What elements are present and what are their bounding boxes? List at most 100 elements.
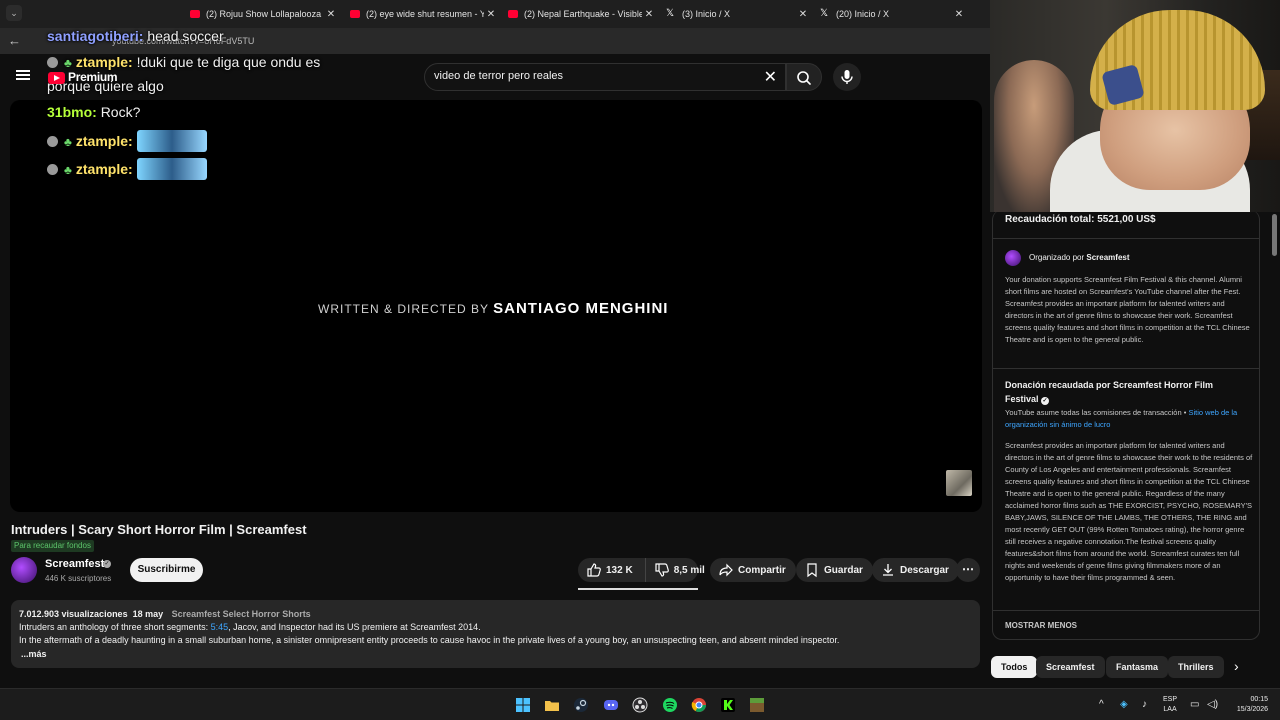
save-button[interactable]: Guardar: [796, 558, 873, 582]
chip-screamfest[interactable]: Screamfest: [1036, 656, 1105, 678]
browser-tab[interactable]: 𝕏 (3) Inicio / X ✕: [660, 0, 814, 28]
discord-icon[interactable]: [603, 697, 619, 713]
chat-badge-icon: [47, 57, 58, 68]
chrome-icon[interactable]: [691, 697, 707, 713]
chat-text: head soccer: [147, 28, 224, 44]
chat-badge-icon: [47, 136, 58, 147]
channel-watermark[interactable]: [946, 470, 972, 496]
menu-icon[interactable]: [16, 70, 30, 80]
organizer-avatar[interactable]: [1005, 250, 1021, 266]
obs-icon[interactable]: [632, 697, 648, 713]
security-icon[interactable]: ◈: [1120, 699, 1128, 710]
organized-by: Organizado por Screamfest: [1029, 253, 1130, 262]
keyboard-layout: LAA: [1163, 706, 1177, 713]
description-box[interactable]: 7.012.903 visualizaciones 18 may Screamf…: [11, 600, 980, 668]
show-less-button[interactable]: MOSTRAR MENOS: [1005, 621, 1077, 630]
browser-tab[interactable]: 𝕏 (20) Inicio / X ✕: [814, 0, 970, 28]
kick-icon[interactable]: [720, 697, 736, 713]
chat-badge-icon: [47, 164, 58, 175]
chat-username: ztample: [75, 54, 128, 70]
tab-close-icon[interactable]: ✕: [324, 9, 338, 20]
fundraiser-total: Recaudación total: 5521,00 US$: [1005, 214, 1156, 225]
search-box[interactable]: ✕: [424, 63, 786, 91]
tab-title: (2) Nepal Earthquake - Visible l: [524, 9, 642, 19]
download-icon: [883, 564, 893, 576]
chip-thrillers[interactable]: Thrillers: [1168, 656, 1224, 678]
chat-text: !duki que te diga que ondu es: [136, 54, 321, 70]
chevron-right-icon[interactable]: ›: [1234, 658, 1239, 674]
chat-username: 31bmo: [47, 104, 93, 120]
show-more-link[interactable]: ...más: [21, 649, 47, 659]
volume-icon[interactable]: ◁): [1207, 699, 1218, 710]
tab-close-icon[interactable]: ✕: [642, 9, 656, 20]
file-explorer-icon[interactable]: [544, 697, 560, 713]
description-line: In the aftermath of a deadly haunting in…: [19, 635, 840, 645]
description-stats: 7.012.903 visualizaciones 18 may Screamf…: [19, 609, 311, 619]
screen: ⌄ (2) Rojuu Show Lollapalooza ar ✕ (2) e…: [0, 0, 1280, 720]
share-button[interactable]: Compartir: [710, 558, 796, 582]
chip-fantasma[interactable]: Fantasma: [1106, 656, 1169, 678]
donation-title-text: Donación recaudada por Screamfest Horror…: [1005, 380, 1214, 404]
windows-start-icon[interactable]: [515, 697, 531, 713]
download-button[interactable]: Descargar: [872, 558, 959, 582]
network-icon[interactable]: ▭: [1190, 699, 1199, 710]
channel-avatar[interactable]: [11, 557, 37, 583]
more-actions-button[interactable]: ⋯: [956, 558, 980, 582]
upload-date: 18 may: [132, 609, 164, 619]
tab-search-button[interactable]: ⌄: [6, 5, 22, 21]
playlist-link[interactable]: Screamfest Select Horror Shorts: [172, 609, 311, 619]
bookmark-icon: [807, 563, 817, 578]
clear-search-icon[interactable]: ✕: [764, 67, 777, 87]
system-clock[interactable]: 00:15 15/3/2026: [1226, 695, 1268, 715]
browser-tab[interactable]: (2) eye wide shut resumen - Yo ✕: [344, 0, 502, 28]
minecraft-icon[interactable]: [749, 697, 765, 713]
description-text: , Jacov, and Inspector had its US premie…: [228, 622, 481, 632]
chip-todos[interactable]: Todos: [991, 656, 1038, 678]
divider: [993, 610, 1259, 611]
search-button[interactable]: [786, 63, 822, 91]
plant-badge-icon: ♣: [64, 163, 72, 177]
channel-name[interactable]: Screamfest: [45, 558, 104, 570]
thumbs-up-icon: [587, 563, 601, 577]
view-count: 7.012.903 visualizaciones: [19, 609, 128, 619]
browser-tab[interactable]: (2) Nepal Earthquake - Visible l ✕: [502, 0, 660, 28]
steam-icon[interactable]: [573, 697, 589, 713]
browser-tab[interactable]: (2) Rojuu Show Lollapalooza ar ✕: [184, 0, 342, 28]
input-language[interactable]: ESP LAA: [1163, 695, 1177, 715]
video-credit-text: WRITTEN & DIRECTED BY SANTIAGO MENGHINI: [318, 300, 668, 317]
timestamp-link[interactable]: 5:45: [211, 622, 229, 632]
chat-text: Rock?: [100, 104, 141, 120]
voice-search-button[interactable]: [833, 63, 861, 91]
search-input[interactable]: [434, 70, 754, 82]
fundraiser-tag[interactable]: Para recaudar fondos: [11, 540, 94, 552]
description-text: Intruders an anthology of three short se…: [19, 622, 211, 632]
back-arrow-icon[interactable]: ←: [8, 33, 21, 48]
tab-close-icon[interactable]: ✕: [484, 9, 498, 20]
scrollbar-thumb[interactable]: [1272, 214, 1277, 256]
youtube-favicon-icon: [350, 10, 360, 18]
youtube-premium-logo[interactable]: Premium: [48, 70, 118, 86]
like-button[interactable]: 132 K: [578, 558, 646, 582]
more-horizontal-icon: ⋯: [962, 562, 974, 576]
download-label: Descargar: [900, 564, 949, 576]
clock-date: 15/3/2026: [1236, 706, 1268, 713]
fundraiser-about: Your donation supports Screamfest Film F…: [1005, 275, 1250, 344]
dislike-count: 8,5 mil: [673, 564, 705, 576]
chat-message: ♣ ztample: !duki que te diga que ondu es: [47, 54, 320, 70]
chat-message: ♣ ztample:: [47, 130, 207, 152]
show-hidden-icons-icon[interactable]: ^: [1099, 699, 1104, 710]
share-label: Compartir: [738, 564, 786, 576]
dislike-button[interactable]: 8,5 mil: [646, 558, 715, 582]
spotify-icon[interactable]: [662, 697, 678, 713]
fundraiser-panel: Recaudación total: 5521,00 US$ Organizad…: [990, 210, 1280, 688]
tab-close-icon[interactable]: ✕: [796, 9, 810, 20]
verified-check-icon: ✓: [1041, 397, 1050, 405]
subscribe-button[interactable]: Suscribirme: [130, 558, 203, 582]
tab-close-icon[interactable]: ✕: [952, 9, 966, 20]
chat-username: ztample: [75, 133, 128, 149]
like-count: 132 K: [606, 564, 633, 576]
microphone-icon: [841, 70, 853, 84]
divider: [993, 238, 1259, 239]
microphone-tray-icon[interactable]: ♪: [1142, 699, 1147, 710]
organizer-name[interactable]: Screamfest: [1086, 253, 1129, 262]
